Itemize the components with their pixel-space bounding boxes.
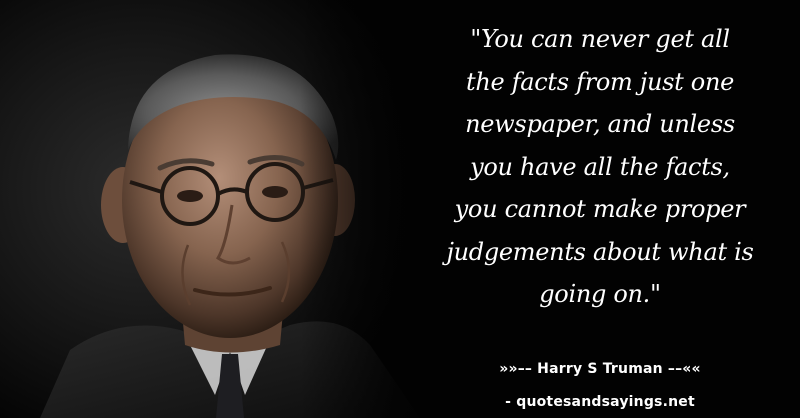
portrait-photo xyxy=(0,0,440,418)
quote-text: "You can never get all the facts from ju… xyxy=(446,25,754,308)
quote-card: "You can never get all the facts from ju… xyxy=(0,0,800,418)
quote-author: »»–– Harry S Truman ––«« xyxy=(499,361,701,377)
quote-block: "You can never get all the facts from ju… xyxy=(400,18,800,316)
source-watermark: - quotesandsayings.net xyxy=(505,394,695,410)
